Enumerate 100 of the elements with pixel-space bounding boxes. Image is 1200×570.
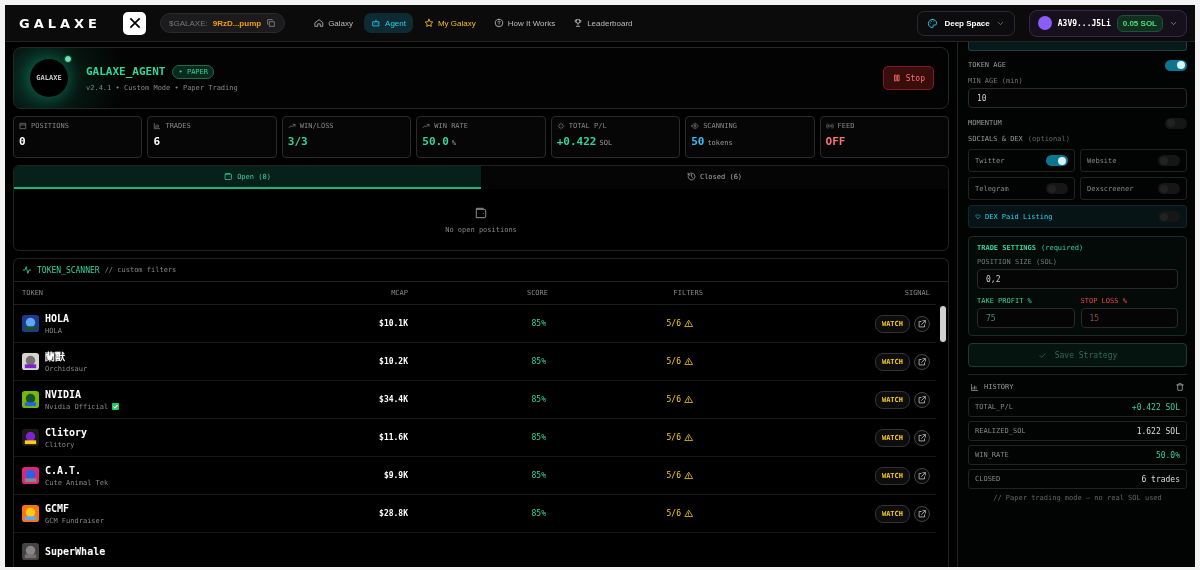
token-label: $GALAXE: xyxy=(169,18,208,28)
wallet-address: A3V9...J5Li xyxy=(1057,18,1111,28)
score-value: 85% xyxy=(530,433,547,442)
external-link-icon xyxy=(917,394,927,405)
score-value: 85% xyxy=(530,395,547,404)
filters-value: 5/6 xyxy=(666,395,681,404)
toggle-switch[interactable] xyxy=(1158,155,1180,166)
mcap-value: $11.6K xyxy=(378,433,408,442)
warning-icon xyxy=(684,471,693,480)
token-name: HOLA xyxy=(45,312,70,325)
check-icon xyxy=(1037,350,1047,360)
trend-icon xyxy=(287,122,296,130)
wallet-menu[interactable]: A3V9...J5Li 0.05 SOL xyxy=(1028,9,1187,37)
external-link-icon xyxy=(917,356,927,367)
history-value: +0.422 SOL xyxy=(1131,402,1180,412)
scrollbar[interactable] xyxy=(940,306,946,342)
stat-value: OFF xyxy=(825,135,846,148)
warning-icon xyxy=(684,509,693,518)
warning-icon xyxy=(684,395,693,404)
toggle-switch[interactable] xyxy=(1165,117,1187,129)
nav-link[interactable]: Galaxy xyxy=(307,13,361,33)
toggle-switch[interactable] xyxy=(1046,183,1068,194)
token-name: Clitory xyxy=(45,426,88,439)
bar-chart-icon xyxy=(970,382,979,392)
trend-icon xyxy=(422,122,431,130)
warning-icon xyxy=(684,357,693,366)
wallet-avatar-icon xyxy=(1037,16,1052,30)
scanner-title: TOKEN_SCANNER xyxy=(37,265,100,275)
help-icon xyxy=(493,18,504,28)
palette-icon xyxy=(927,17,939,29)
filters-value: 5/6 xyxy=(666,433,681,442)
activity-icon xyxy=(22,265,32,275)
stat-value: 50 xyxy=(691,135,705,148)
history-value: 1.622 SOL xyxy=(1136,426,1180,436)
stat-value: 3/3 xyxy=(287,135,308,148)
diamond-icon xyxy=(975,213,981,220)
sparkle-icon xyxy=(556,122,565,130)
external-link-button[interactable] xyxy=(914,353,930,370)
external-link-button[interactable] xyxy=(914,315,930,332)
history-icon xyxy=(686,172,696,181)
history-value: 6 trades xyxy=(1141,474,1180,484)
stat-value: 6 xyxy=(153,135,161,148)
warning-icon xyxy=(684,433,693,442)
nav-link[interactable]: Agent xyxy=(364,13,413,33)
input-field[interactable]: 75 xyxy=(977,308,1075,328)
external-link-button[interactable] xyxy=(914,429,930,446)
token-name: GCMF xyxy=(45,502,71,515)
bar-chart-icon xyxy=(153,122,162,130)
toggle-switch[interactable] xyxy=(1046,155,1068,166)
wallet-icon xyxy=(224,172,234,181)
nav-link[interactable]: My Galaxy xyxy=(416,13,483,33)
stat-value: +0.422 xyxy=(556,135,597,148)
mcap-value: $34.4K xyxy=(378,395,408,404)
home-icon xyxy=(314,18,325,28)
score-value: 85% xyxy=(530,319,547,328)
nav-link[interactable]: Leaderboard xyxy=(566,13,640,33)
external-link-button[interactable] xyxy=(914,505,930,522)
input-field[interactable]: 10 xyxy=(968,88,1187,108)
robot-icon xyxy=(371,18,382,28)
star-icon xyxy=(423,18,434,28)
box-icon xyxy=(19,122,27,130)
stop-button[interactable]: Stop xyxy=(882,66,934,90)
agent-name: GALAXE_AGENT xyxy=(86,65,166,78)
filters-value: 5/6 xyxy=(666,471,681,480)
token-address: 9RzD...pump xyxy=(212,18,262,28)
external-link-icon xyxy=(917,318,927,329)
trash-icon[interactable] xyxy=(1175,382,1185,392)
score-value: 85% xyxy=(530,509,547,518)
history-value: 50.0% xyxy=(1155,450,1180,460)
filters-value: 5/6 xyxy=(666,357,681,366)
token-name: SuperWhale xyxy=(45,545,106,558)
x-logo-icon xyxy=(127,16,142,30)
warning-icon xyxy=(684,319,693,328)
filters-value: 5/6 xyxy=(666,319,681,328)
external-link-button[interactable] xyxy=(914,391,930,408)
wallet-balance: 0.05 SOL xyxy=(1116,14,1163,32)
pause-icon xyxy=(891,73,902,83)
theme-selector[interactable]: Deep Space xyxy=(917,10,1015,36)
toggle-switch[interactable] xyxy=(1165,59,1187,71)
input-field[interactable]: 0,2 xyxy=(977,269,1178,289)
external-link-icon xyxy=(917,508,927,519)
score-value: 85% xyxy=(530,471,547,480)
stat-value: 0 xyxy=(19,135,26,148)
token-name: NVIDIA xyxy=(45,388,83,401)
toggle-switch[interactable] xyxy=(1158,211,1180,222)
copy-icon[interactable] xyxy=(266,18,277,28)
score-value: 85% xyxy=(530,357,547,366)
token-address-pill[interactable]: $GALAXE: 9RzD...pump xyxy=(160,13,286,33)
token-name: C.A.T. xyxy=(45,464,83,477)
trophy-icon xyxy=(573,18,584,28)
eye-icon xyxy=(691,122,700,130)
mcap-value: $28.8K xyxy=(378,509,408,518)
signal-icon xyxy=(825,122,834,130)
toggle-switch[interactable] xyxy=(1158,183,1180,194)
external-link-button[interactable] xyxy=(914,467,930,484)
filters-value: 5/6 xyxy=(666,509,681,518)
mcap-value: $9.9K xyxy=(382,471,408,480)
x-logo-button[interactable] xyxy=(123,11,146,35)
logo[interactable]: GALAXE xyxy=(19,15,103,31)
nav-link[interactable]: How It Works xyxy=(486,13,563,33)
